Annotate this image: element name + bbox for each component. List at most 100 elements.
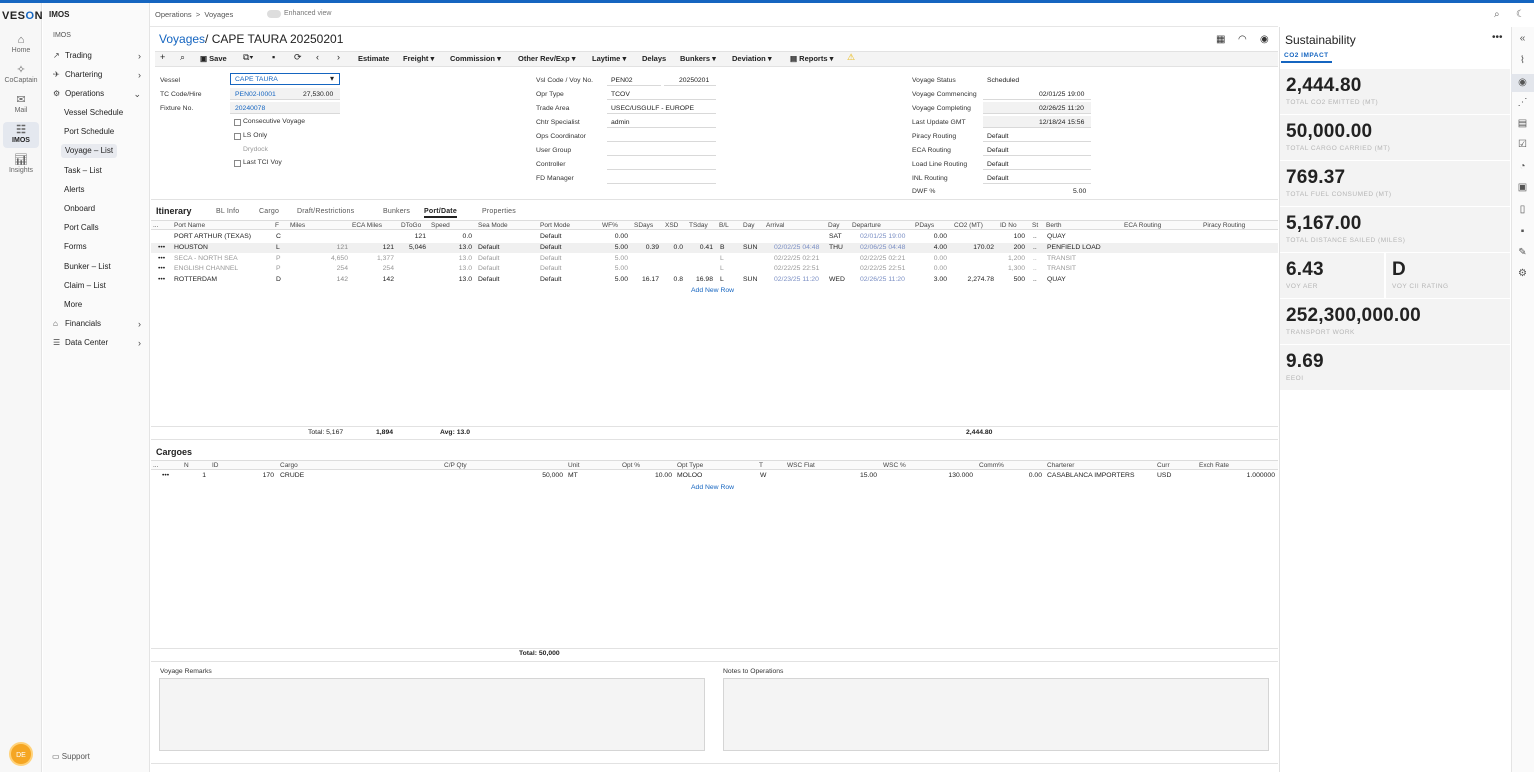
voyages-link[interactable]: Voyages [159, 32, 205, 46]
voyage-remarks-input[interactable] [159, 678, 705, 751]
user-group-field[interactable] [607, 144, 716, 156]
cargoes-col-header[interactable]: ID [212, 462, 219, 469]
itinerary-col-header[interactable]: Port Name [174, 222, 205, 229]
tab-draft-restrictions[interactable]: Draft/Restrictions [297, 208, 354, 215]
cargoes-col-header[interactable]: Comm% [979, 462, 1004, 469]
reports-menu[interactable]: ▤ Reports ▾ [790, 54, 833, 63]
consecutive-voyage-checkbox[interactable] [234, 119, 241, 126]
cargoes-col-header[interactable]: N [184, 462, 189, 469]
other-rev-exp-menu[interactable]: Other Rev/Exp ▾ [518, 54, 576, 63]
gauge-icon[interactable]: ◠ [1238, 34, 1247, 45]
nav-voyage-list[interactable]: Voyage – List [61, 144, 118, 158]
support-link[interactable]: ▭ Support [52, 752, 90, 761]
layers-icon[interactable]: ▣ [1511, 182, 1534, 193]
tc-code-value[interactable]: PEN02-I0001 [235, 91, 276, 98]
ops-coordinator-field[interactable] [607, 130, 716, 142]
enhanced-view-toggle[interactable] [267, 10, 281, 18]
nav-port-calls[interactable]: Port Calls [64, 221, 99, 235]
ls-only-checkbox[interactable] [234, 133, 241, 140]
rail-home[interactable]: ⌂ Home [0, 34, 42, 54]
nav-bunker-list[interactable]: Bunker – List [64, 260, 111, 274]
cargoes-col-header[interactable]: Opt Type [677, 462, 703, 469]
cargoes-col-header[interactable]: ... [153, 462, 158, 469]
tab-cargo[interactable]: Cargo [259, 208, 279, 215]
breadcrumb-operations[interactable]: Operations [155, 10, 192, 19]
tab-bunkers[interactable]: Bunkers [383, 208, 410, 215]
nav-operations[interactable]: ⚙ Operations ⌄ [53, 87, 145, 101]
itinerary-col-header[interactable]: ID No [1000, 222, 1017, 229]
delete-icon[interactable]: ▪ [272, 52, 275, 62]
tasks-icon[interactable]: ☑ [1511, 139, 1534, 150]
nav-chartering[interactable]: ✈︎ Chartering › [53, 68, 145, 82]
settings-icon[interactable]: ⚙ [1511, 268, 1534, 279]
tab-bl-info[interactable]: BL Info [216, 208, 239, 215]
itinerary-col-header[interactable]: XSD [665, 222, 678, 229]
fd-manager-field[interactable] [607, 172, 716, 184]
deviation-menu[interactable]: Deviation ▾ [732, 54, 772, 63]
cargoes-col-header[interactable]: Charterer [1047, 462, 1074, 469]
itinerary-col-header[interactable]: Berth [1046, 222, 1062, 229]
save-button[interactable]: ▣ Save [200, 54, 227, 63]
itinerary-col-header[interactable]: PDays [915, 222, 934, 229]
collapse-icon[interactable]: « [1511, 33, 1534, 44]
freight-menu[interactable]: Freight ▾ [403, 54, 434, 63]
tab-co2-impact[interactable]: CO2 IMPACT [1281, 52, 1332, 63]
itinerary-col-header[interactable]: ECA Routing [1124, 222, 1161, 229]
theme-icon[interactable]: ☾ [1516, 9, 1525, 20]
itinerary-col-header[interactable]: CO2 (MT) [954, 222, 983, 229]
itinerary-col-header[interactable]: Departure [852, 222, 881, 229]
nav-vessel-schedule[interactable]: Vessel Schedule [64, 106, 123, 120]
search-icon[interactable]: ⌕ [1494, 9, 1500, 20]
estimate-button[interactable]: Estimate [358, 54, 389, 63]
veson-logo[interactable]: VESON [2, 10, 43, 22]
itinerary-col-header[interactable]: Day [828, 222, 840, 229]
itinerary-col-header[interactable]: Piracy Routing [1203, 222, 1245, 229]
cargoes-add-row[interactable]: Add New Row [691, 484, 734, 491]
itinerary-cell-dots[interactable]: ••• [158, 276, 165, 283]
cargoes-col-header[interactable]: C/P Qty [444, 462, 467, 469]
fixture-value[interactable]: 20240078 [235, 105, 265, 112]
notes-to-operations-input[interactable] [723, 678, 1269, 751]
last-tci-checkbox[interactable] [234, 160, 241, 167]
user-avatar[interactable]: DE [9, 742, 33, 766]
itinerary-col-header[interactable]: Port Mode [540, 222, 570, 229]
itinerary-col-header[interactable]: St [1032, 222, 1038, 229]
itinerary-col-header[interactable]: F [275, 222, 279, 229]
cargoes-col-header[interactable]: Curr [1157, 462, 1170, 469]
cargoes-col-header[interactable]: WSC % [883, 462, 906, 469]
nav-forms[interactable]: Forms [64, 240, 87, 254]
document-icon[interactable]: ▯ [1511, 204, 1534, 215]
gauge-icon[interactable]: ◔ [1511, 161, 1534, 172]
nav-onboard[interactable]: Onboard [64, 202, 95, 216]
cargoes-col-header[interactable]: Opt % [622, 462, 640, 469]
warning-icon[interactable]: ⚠ [847, 52, 855, 63]
clipboard-icon[interactable]: ▪ [1511, 226, 1534, 237]
rail-imos[interactable]: ☷ IMOS [3, 122, 39, 148]
nav-financials[interactable]: ⌂ Financials › [53, 317, 145, 331]
search-icon[interactable]: ⌕ [180, 52, 185, 63]
globe-icon[interactable]: ◉ [1260, 34, 1269, 45]
itinerary-col-header[interactable]: DToGo [401, 222, 421, 229]
itinerary-col-header[interactable]: Miles [290, 222, 305, 229]
tab-properties[interactable]: Properties [482, 208, 516, 215]
bunkers-menu[interactable]: Bunkers ▾ [680, 54, 716, 63]
table-icon[interactable]: ▤ [1511, 118, 1534, 129]
route-icon[interactable]: ⋰ [1511, 97, 1534, 108]
add-icon[interactable]: + [160, 52, 165, 62]
itinerary-cell-dots[interactable]: ••• [158, 244, 165, 251]
itinerary-col-header[interactable]: Arrival [766, 222, 784, 229]
itinerary-col-header[interactable]: Speed [431, 222, 450, 229]
itinerary-col-header[interactable]: Sea Mode [478, 222, 508, 229]
itinerary-col-header[interactable]: ... [153, 222, 158, 229]
itinerary-col-header[interactable]: TSday [689, 222, 708, 229]
more-options-icon[interactable]: ••• [1492, 32, 1503, 43]
controller-field[interactable] [607, 158, 716, 170]
rail-insights[interactable]: 📊︎ Insights [0, 154, 42, 174]
itinerary-row[interactable] [151, 232, 1278, 243]
itinerary-cell-dots[interactable]: ••• [158, 265, 165, 272]
edit-icon[interactable]: ✎ [1511, 247, 1534, 258]
next-icon[interactable]: › [337, 52, 340, 62]
grid-icon[interactable]: ▦ [1216, 34, 1225, 45]
itinerary-col-header[interactable]: SDays [634, 222, 653, 229]
nav-trading[interactable]: ↗ Trading › [53, 49, 145, 63]
